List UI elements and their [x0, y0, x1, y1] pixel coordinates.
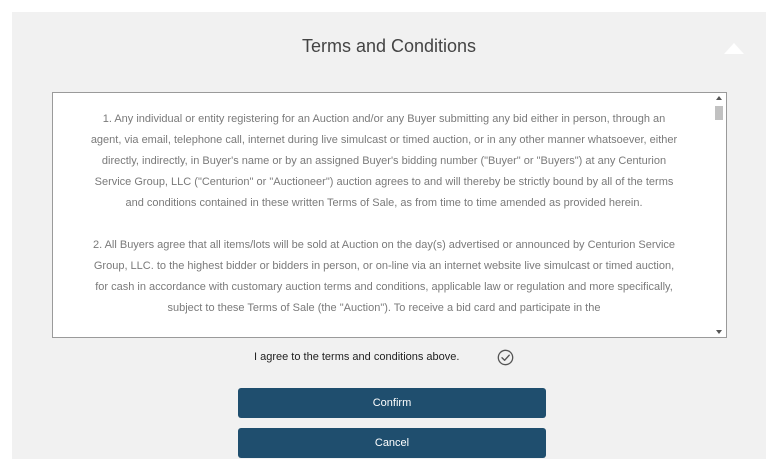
dialog-title: Terms and Conditions: [301, 36, 477, 56]
triangle-up-icon[interactable]: [724, 42, 744, 54]
scroll-down-arrow-icon[interactable]: [716, 330, 722, 334]
scroll-thumb[interactable]: [715, 106, 723, 120]
check-circle-icon[interactable]: [497, 349, 514, 366]
terms-dialog: Terms and Conditions 1. Any individual o…: [12, 12, 766, 459]
terms-scroll-box[interactable]: 1. Any individual or entity registering …: [52, 92, 727, 338]
agree-row: I agree to the terms and conditions abov…: [12, 349, 766, 367]
agree-label: I agree to the terms and conditions abov…: [254, 351, 460, 363]
scroll-up-arrow-icon[interactable]: [716, 96, 722, 100]
terms-text: 1. Any individual or entity registering …: [53, 109, 715, 337]
terms-paragraph-1: 1. Any individual or entity registering …: [90, 113, 678, 209]
confirm-button[interactable]: Confirm: [238, 388, 546, 418]
terms-paragraph-2: 2. All Buyers agree that all items/lots …: [92, 239, 676, 314]
cancel-button[interactable]: Cancel: [238, 428, 546, 458]
vertical-scrollbar[interactable]: [713, 93, 726, 337]
